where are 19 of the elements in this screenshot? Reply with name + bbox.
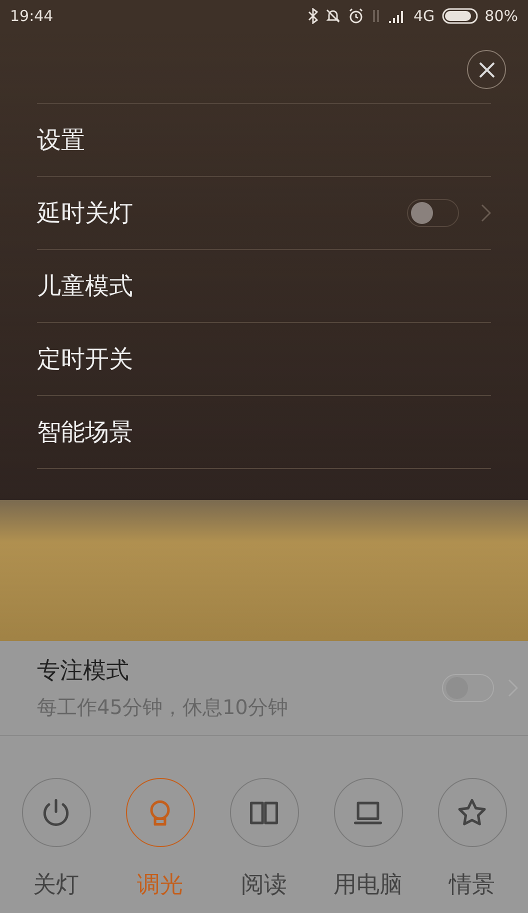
menu-item[interactable]: 定时开关 — [37, 343, 133, 375]
menu-item[interactable]: 儿童模式 — [37, 270, 133, 302]
status-time: 19:44 — [10, 7, 54, 25]
muted-bell-icon — [325, 8, 342, 24]
data-arrows-icon — [371, 8, 382, 24]
menu-item[interactable]: 延时关灯 — [37, 197, 133, 229]
bluetooth-icon — [308, 8, 318, 24]
battery-percent: 80% — [484, 7, 518, 25]
menu-item[interactable]: 智能场景 — [37, 416, 133, 448]
chevron-right-icon — [481, 204, 491, 222]
battery-icon — [442, 8, 478, 24]
toggle-switch[interactable] — [407, 199, 459, 227]
menu-item[interactable]: 设置 — [37, 124, 85, 156]
alarm-icon — [348, 8, 364, 24]
toggle-switch[interactable] — [442, 674, 494, 702]
network-type: 4G — [413, 7, 435, 25]
close-icon — [478, 60, 496, 78]
focus-mode-title: 专注模式 — [37, 657, 130, 686]
close-button[interactable] — [467, 50, 506, 89]
